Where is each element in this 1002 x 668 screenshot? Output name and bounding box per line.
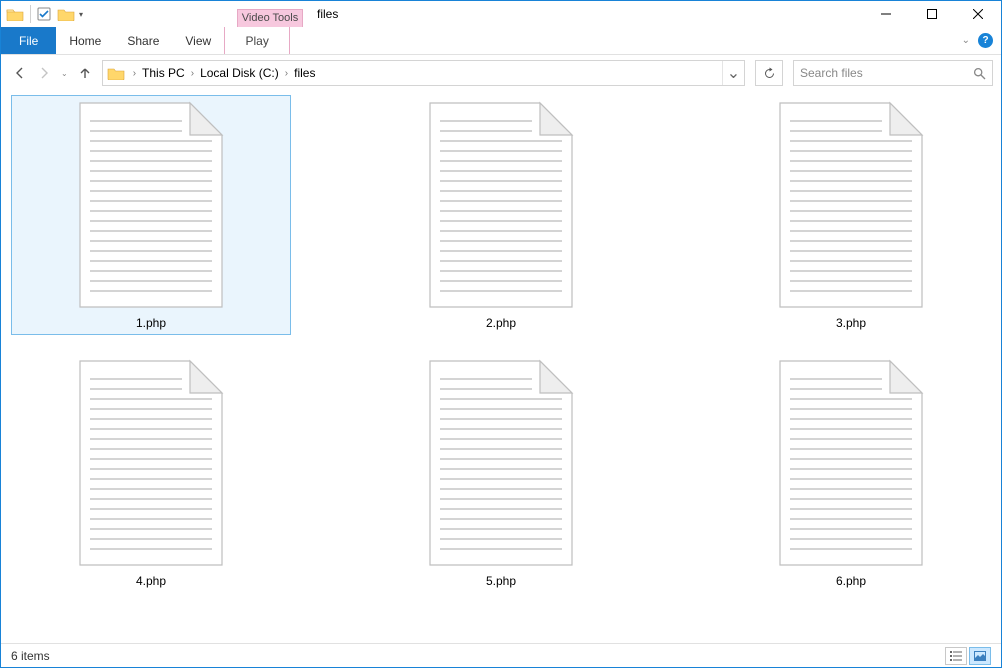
separator [30,5,31,23]
tab-share[interactable]: Share [114,27,172,54]
breadcrumb-folder[interactable]: files [294,66,315,80]
file-label: 3.php [836,312,866,332]
context-tab-header: Video Tools [237,9,303,27]
chevron-right-icon[interactable]: › [285,68,288,79]
title-tab-area: Video Tools [83,1,303,27]
document-icon [421,356,581,570]
refresh-button[interactable] [755,60,783,86]
file-item[interactable]: 1.php [11,95,291,335]
item-count: 6 items [11,649,50,663]
file-item[interactable]: 4.php [11,353,291,593]
close-button[interactable] [955,1,1001,27]
navigation-row: ⌄ › This PC › Local Disk (C:) › files ⌄ … [1,55,1001,91]
maximize-button[interactable] [909,1,955,27]
breadcrumb-root[interactable]: This PC [142,66,185,80]
file-item[interactable]: 3.php [711,95,991,335]
address-bar[interactable]: › This PC › Local Disk (C:) › files ⌄ [102,60,745,86]
ribbon-collapse-icon[interactable]: ⌄ [962,35,970,46]
properties-icon[interactable] [34,4,54,24]
search-input[interactable]: Search files [793,60,993,86]
help-icon[interactable]: ? [978,33,993,48]
up-button[interactable] [78,66,92,80]
tab-file[interactable]: File [1,27,56,54]
status-bar: 6 items [1,643,1001,667]
search-icon [973,67,986,80]
document-icon [71,98,231,312]
file-item[interactable]: 2.php [361,95,641,335]
search-placeholder: Search files [800,66,863,80]
address-dropdown-icon[interactable]: ⌄ [722,61,744,85]
file-item[interactable]: 5.php [361,353,641,593]
quick-access-toolbar: ▾ [1,1,83,27]
chevron-right-icon[interactable]: › [133,68,136,79]
ribbon-tabs: File Home Share View Play ⌄ ? [1,27,1001,55]
file-item[interactable]: 6.php [711,353,991,593]
file-label: 2.php [486,312,516,332]
title-bar: ▾ Video Tools files [1,1,1001,27]
file-list[interactable]: 1.php 2.php 3.php 4.php 5.php 6.php [1,91,1001,643]
explorer-window: ▾ Video Tools files File Home Share View… [0,0,1002,668]
new-folder-icon[interactable] [56,4,76,24]
file-label: 4.php [136,570,166,590]
document-icon [771,356,931,570]
window-controls [863,1,1001,27]
view-toggle [945,647,991,665]
minimize-button[interactable] [863,1,909,27]
tab-view[interactable]: View [172,27,224,54]
document-icon [421,98,581,312]
file-label: 6.php [836,570,866,590]
tab-play[interactable]: Play [224,27,290,54]
forward-button[interactable] [37,66,51,80]
document-icon [771,98,931,312]
file-label: 5.php [486,570,516,590]
file-label: 1.php [136,312,166,332]
tab-home[interactable]: Home [56,27,114,54]
chevron-right-icon[interactable]: › [191,68,194,79]
window-title: files [303,1,352,27]
details-view-button[interactable] [945,647,967,665]
back-button[interactable] [13,66,27,80]
recent-locations-icon[interactable]: ⌄ [61,69,68,78]
breadcrumb-drive[interactable]: Local Disk (C:) [200,66,279,80]
folder-icon[interactable] [5,4,25,24]
folder-icon [107,64,125,82]
thumbnails-view-button[interactable] [969,647,991,665]
document-icon [71,356,231,570]
